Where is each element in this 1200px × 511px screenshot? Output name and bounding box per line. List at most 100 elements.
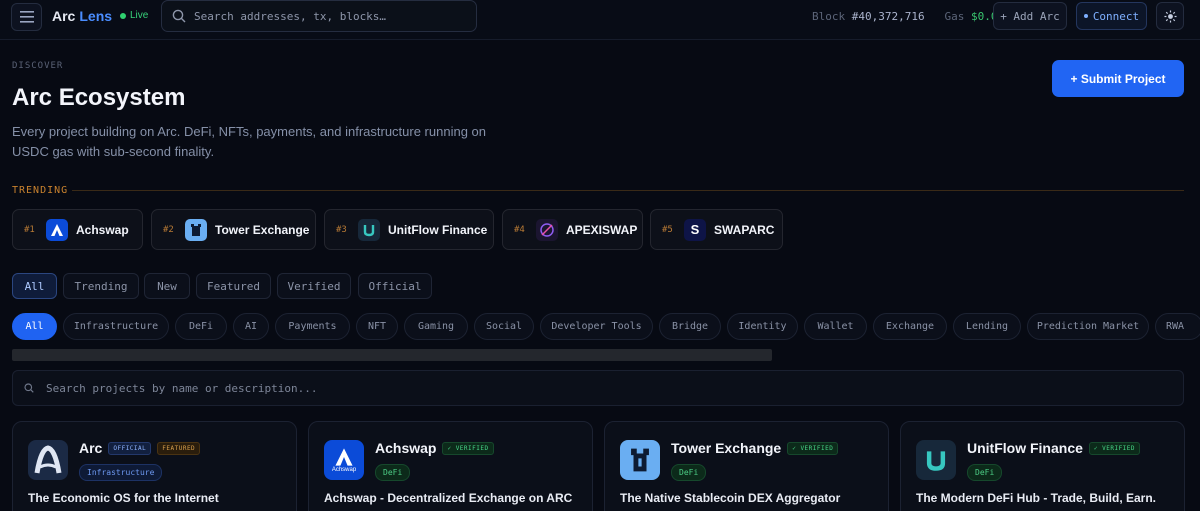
live-label: Live	[130, 10, 149, 21]
menu-button[interactable]	[11, 3, 42, 31]
filter-trending[interactable]: Trending	[63, 273, 139, 299]
project-category-tag[interactable]: Infrastructure	[79, 464, 163, 481]
menu-icon	[19, 11, 34, 23]
category-scrollbar[interactable]	[12, 349, 772, 361]
add-arc-button[interactable]: + Add Arc	[993, 2, 1067, 30]
project-card-achswap[interactable]: Achswap Achswap ✓ VERIFIED DeFi Achswap …	[308, 421, 593, 511]
project-category-tag[interactable]: DeFi	[967, 464, 1003, 481]
filter-new[interactable]: New	[144, 273, 190, 299]
category-ai[interactable]: AI	[233, 313, 269, 340]
project-search-input[interactable]: Search projects by name or description..…	[12, 370, 1184, 406]
filter-all[interactable]: All	[12, 273, 57, 299]
featured-badge: FEATURED	[157, 441, 201, 455]
filter-verified[interactable]: Verified	[277, 273, 351, 299]
project-card-unitflow[interactable]: UnitFlow Finance ✓ VERIFIED DeFi The Mod…	[900, 421, 1185, 511]
tower-logo-icon	[185, 218, 207, 241]
trending-divider	[72, 190, 1184, 191]
trending-name: UnitFlow Finance	[388, 222, 488, 237]
project-description: Achswap - Decentralized Exchange on ARC	[324, 491, 573, 505]
apexiswap-logo-icon	[536, 218, 558, 241]
category-rwa[interactable]: RWA	[1155, 313, 1200, 340]
category-identity[interactable]: Identity	[727, 313, 798, 340]
trending-rank: #3	[336, 224, 347, 235]
trending-name: SWAPARC	[714, 222, 775, 237]
gas-label: Gas	[944, 10, 965, 23]
arc-logo-icon	[28, 440, 68, 480]
category-prediction-market[interactable]: Prediction Market	[1027, 313, 1149, 340]
global-search-input[interactable]: Search addresses, tx, blocks…	[161, 0, 477, 32]
verified-badge: ✓ VERIFIED	[442, 441, 494, 455]
achswap-logo-text: Achswap	[331, 467, 357, 473]
block-value: #40,372,716	[851, 10, 925, 23]
category-exchange[interactable]: Exchange	[873, 313, 947, 340]
project-name-row: Arc OFFICIAL FEATURED	[79, 440, 201, 456]
category-defi[interactable]: DeFi	[175, 313, 227, 340]
swaparc-logo-icon: S	[684, 218, 706, 241]
trending-card-tower-exchange[interactable]: #2 Tower Exchange	[151, 209, 316, 250]
live-dot-icon	[120, 12, 126, 19]
project-card-tower-exchange[interactable]: Tower Exchange ✓ VERIFIED DeFi The Nativ…	[604, 421, 889, 511]
project-name-row: UnitFlow Finance ✓ VERIFIED	[967, 440, 1141, 456]
category-payments[interactable]: Payments	[275, 313, 350, 340]
achswap-logo-icon	[46, 218, 68, 241]
category-bridge[interactable]: Bridge	[659, 313, 721, 340]
verified-badge: ✓ VERIFIED	[1088, 441, 1141, 455]
project-description: The Native Stablecoin DEX Aggregator	[620, 491, 841, 505]
page-title: Arc Ecosystem	[12, 84, 186, 111]
category-lending[interactable]: Lending	[953, 313, 1021, 340]
trending-card-apexiswap[interactable]: #4 APEXISWAP	[502, 209, 643, 250]
trending-label: TRENDING	[12, 185, 69, 196]
project-category-tag[interactable]: DeFi	[375, 464, 411, 481]
search-icon	[172, 9, 186, 23]
verified-badge: ✓ VERIFIED	[787, 441, 839, 455]
category-all[interactable]: All	[12, 313, 57, 340]
submit-project-button[interactable]: + Submit Project	[1052, 60, 1184, 97]
trending-rank: #5	[662, 224, 673, 235]
chain-stats: Block #40,372,716 Gas $0.0009	[812, 10, 1017, 23]
category-infrastructure[interactable]: Infrastructure	[63, 313, 169, 340]
trending-card-swaparc[interactable]: #5 S SWAPARC	[650, 209, 783, 250]
brand-logo[interactable]: Arc Lens	[52, 8, 112, 24]
connect-button[interactable]: Connect	[1076, 2, 1147, 30]
achswap-logo-icon: Achswap	[324, 440, 364, 480]
category-gaming[interactable]: Gaming	[404, 313, 468, 340]
project-name: Arc	[79, 440, 103, 456]
filter-featured[interactable]: Featured	[196, 273, 271, 299]
connect-dot-icon	[1083, 14, 1088, 18]
category-social[interactable]: Social	[474, 313, 534, 340]
trending-card-achswap[interactable]: #1 Achswap	[12, 209, 143, 250]
page-eyebrow: DISCOVER	[12, 61, 64, 71]
project-category-tag[interactable]: DeFi	[671, 464, 707, 481]
trending-card-unitflow[interactable]: #3 UnitFlow Finance	[324, 209, 494, 250]
tower-logo-icon	[620, 440, 660, 480]
project-search-placeholder: Search projects by name or description..…	[46, 381, 318, 395]
search-icon	[24, 383, 34, 393]
brand-primary: Arc	[52, 8, 76, 24]
trending-rank: #4	[514, 224, 525, 235]
trending-rank: #1	[24, 224, 35, 235]
trending-name: Achswap	[76, 222, 129, 237]
theme-toggle-button[interactable]	[1156, 2, 1184, 30]
project-card-arc[interactable]: Arc OFFICIAL FEATURED Infrastructure The…	[12, 421, 297, 511]
live-indicator: Live	[120, 10, 148, 21]
add-arc-label: + Add Arc	[1000, 9, 1060, 23]
project-name: Tower Exchange	[671, 440, 782, 456]
page-subtitle: Every project building on Arc. DeFi, NFT…	[12, 124, 486, 159]
project-name-row: Achswap ✓ VERIFIED	[375, 440, 494, 456]
brand-secondary: Lens	[79, 8, 113, 24]
project-name: Achswap	[375, 440, 437, 456]
category-nft[interactable]: NFT	[356, 313, 398, 340]
filter-official[interactable]: Official	[358, 273, 432, 299]
block-label: Block	[812, 10, 846, 23]
global-search-placeholder: Search addresses, tx, blocks…	[194, 9, 387, 23]
trending-name: APEXISWAP	[566, 222, 638, 237]
category-developer-tools[interactable]: Developer Tools	[540, 313, 653, 340]
project-name: UnitFlow Finance	[967, 440, 1083, 456]
sun-icon	[1163, 9, 1177, 23]
unitflow-logo-icon	[358, 218, 380, 241]
project-description: The Modern DeFi Hub - Trade, Build, Earn…	[916, 491, 1157, 505]
unitflow-logo-icon	[916, 440, 956, 480]
trending-name: Tower Exchange	[215, 222, 310, 237]
top-bar: Arc Lens Live Search addresses, tx, bloc…	[0, 0, 1200, 40]
category-wallet[interactable]: Wallet	[804, 313, 867, 340]
